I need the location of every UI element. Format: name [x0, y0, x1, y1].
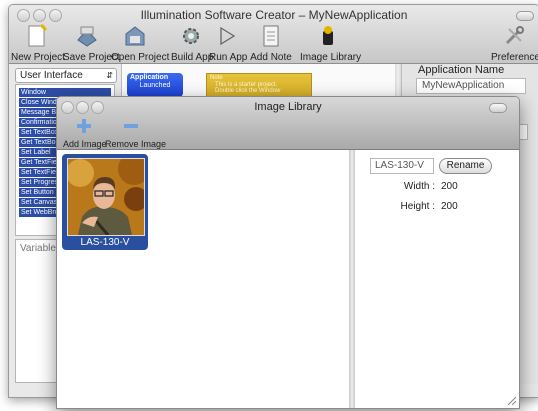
image-library-icon [320, 25, 336, 50]
save-project-icon [75, 24, 99, 51]
window-title: Illumination Software Creator – MyNewApp… [140, 8, 408, 22]
width-value: 200 [441, 181, 458, 192]
image-library-title: Image Library [254, 101, 322, 113]
category-select[interactable]: User Interface ⇵ [15, 68, 117, 83]
image-library-window: Image Library Add Image Remove Image LAS… [56, 96, 520, 409]
open-project-icon [123, 24, 147, 51]
width-label: Width : [403, 181, 435, 192]
image-library-button[interactable]: Image Library [300, 25, 362, 63]
image-thumbnail-label: LAS-130-V [80, 237, 130, 248]
image-name-field[interactable]: LAS-130-V [370, 158, 434, 174]
canvas-application-node[interactable]: Application Launched [127, 73, 183, 97]
library-toolbar-toggle-button[interactable] [489, 103, 507, 113]
add-image-button[interactable]: Add Image [63, 117, 107, 149]
open-project-button[interactable]: Open Project [111, 24, 170, 63]
app-node-subtitle: Launched [139, 82, 171, 89]
build-app-button[interactable]: Build App [171, 25, 214, 63]
note-line-2: Double click the Window [215, 88, 281, 94]
remove-image-label: Remove Image [105, 139, 167, 149]
add-image-icon [75, 119, 93, 138]
new-project-icon [27, 23, 48, 51]
new-project-button[interactable]: New Project [11, 23, 65, 63]
save-project-button[interactable]: Save Project [63, 24, 120, 63]
add-note-icon [262, 25, 280, 50]
build-app-label: Build App [171, 52, 214, 63]
image-library-label: Image Library [300, 52, 362, 63]
new-project-label: New Project [11, 52, 65, 63]
image-grid[interactable]: LAS-130-V [57, 150, 349, 408]
toolbar-toggle-button[interactable] [516, 11, 534, 21]
add-note-button[interactable]: Add Note [250, 25, 292, 63]
open-project-label: Open Project [111, 52, 170, 63]
add-note-label: Add Note [250, 52, 292, 63]
preferences-button[interactable]: Preferences [491, 25, 538, 63]
variables-label: Variables [20, 243, 61, 254]
image-thumbnail-tile[interactable]: LAS-130-V [62, 154, 148, 250]
chevron-updown-icon: ⇵ [106, 71, 113, 80]
image-library-titlebar: Image Library Add Image Remove Image [57, 97, 519, 150]
category-select-value: User Interface [20, 70, 83, 81]
remove-image-button[interactable]: Remove Image [105, 117, 167, 149]
preferences-icon [503, 25, 525, 50]
add-image-label: Add Image [63, 139, 107, 149]
app-name-label: Application Name [418, 64, 505, 76]
run-app-icon [218, 26, 236, 49]
remove-image-icon [122, 124, 140, 138]
image-detail-pane: LAS-130-V Rename Width : 200 Height : 20… [355, 150, 519, 408]
rename-button[interactable]: Rename [439, 158, 492, 174]
note-title: Note [210, 75, 223, 81]
height-label: Height : [400, 201, 435, 212]
build-app-icon [180, 25, 202, 50]
main-titlebar: Illumination Software Creator – MyNewApp… [9, 5, 538, 64]
app-node-title: Application [130, 74, 169, 81]
run-app-button[interactable]: Run App [209, 25, 248, 63]
save-project-label: Save Project [63, 52, 120, 63]
image-thumbnail [67, 158, 145, 236]
app-name-field[interactable]: MyNewApplication [416, 78, 526, 94]
preferences-label: Preferences [491, 52, 538, 63]
run-app-label: Run App [209, 52, 248, 63]
resize-grip-icon[interactable] [505, 394, 517, 406]
height-value: 200 [441, 201, 458, 212]
